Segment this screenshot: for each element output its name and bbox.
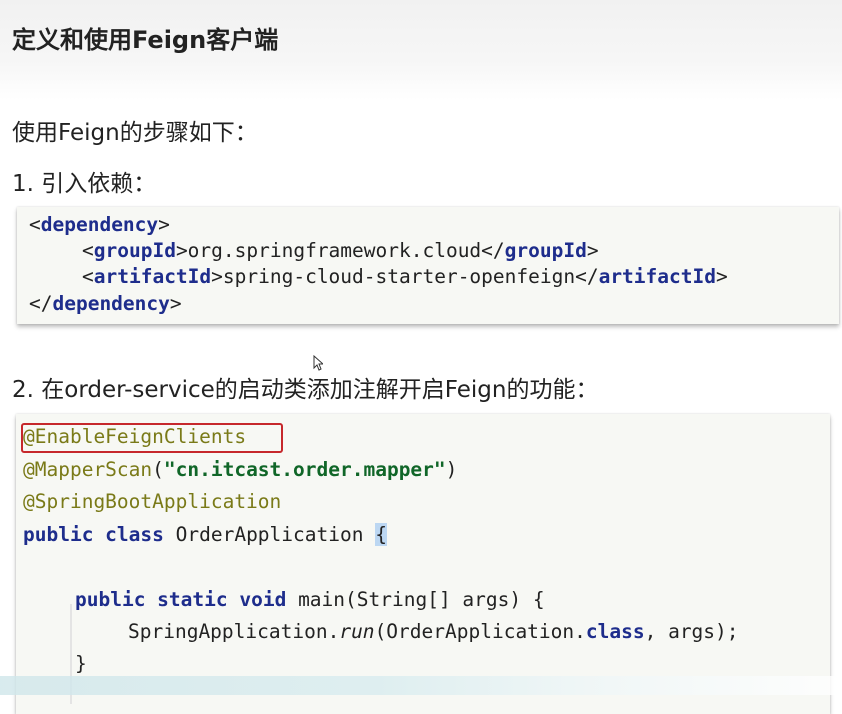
- page-title: 定义和使用Feign客户端: [12, 26, 279, 54]
- main-method-declaration: public static void main(String[] args) {: [75, 588, 545, 611]
- intro-text: 使用Feign的步骤如下：: [12, 120, 258, 146]
- code-line-3: <artifactId>spring-cloud-starter-openfei…: [82, 265, 728, 288]
- java-code-block: @EnableFeignClients @MapperScan("cn.itca…: [16, 414, 830, 714]
- mouse-cursor-icon: [313, 355, 323, 371]
- code-line-4: </dependency>: [29, 292, 182, 315]
- code-line-2: <groupId>org.springframework.cloud</grou…: [82, 239, 599, 262]
- method-close-brace: }: [75, 652, 87, 675]
- annotation-spring-boot-application: @SpringBootApplication: [23, 490, 282, 513]
- annotation-mapper-scan: @MapperScan("cn.itcast.order.mapper"): [23, 458, 458, 481]
- spring-application-run-call: SpringApplication.run(OrderApplication.c…: [128, 620, 739, 643]
- step-1-text: 1. 引入依赖：: [12, 171, 157, 197]
- annotation-enable-feign-clients: @EnableFeignClients: [23, 425, 247, 448]
- class-declaration: public class OrderApplication {: [23, 523, 387, 546]
- dependency-code-block: <dependency> <groupId>org.springframewor…: [17, 207, 839, 324]
- step-2-text: 2. 在order-service的启动类添加注解开启Feign的功能：: [12, 377, 599, 403]
- bottom-overlay: [0, 676, 842, 695]
- code-line-1: <dependency>: [29, 213, 170, 236]
